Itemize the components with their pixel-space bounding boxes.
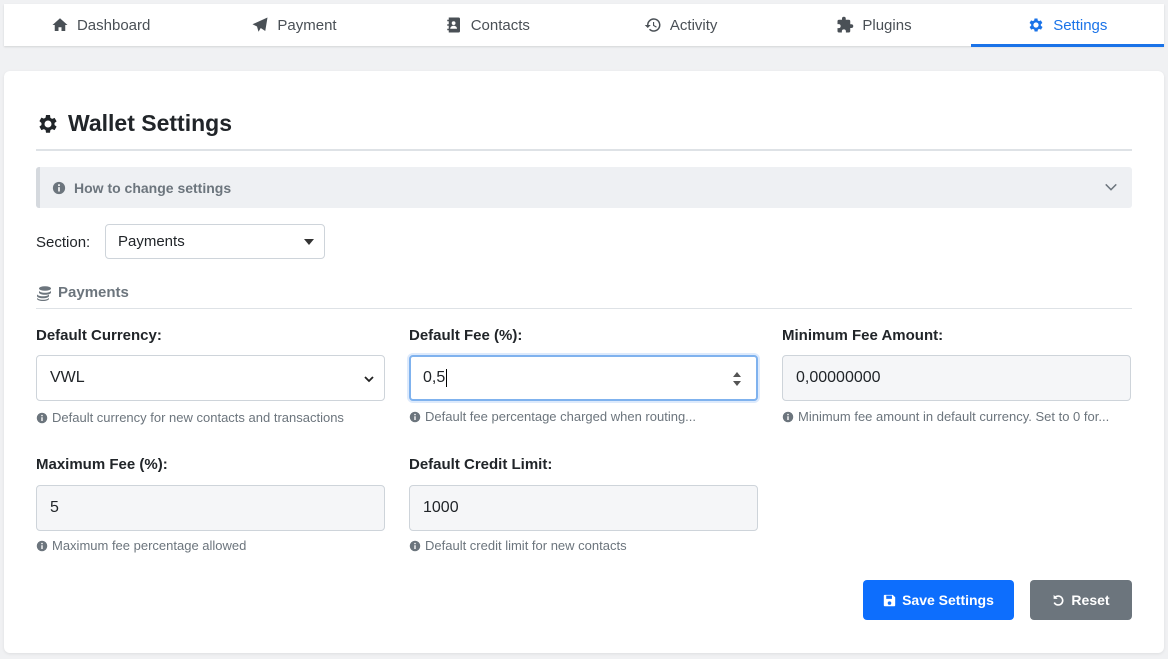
default-currency-help: Default currency for new contacts and tr… bbox=[36, 410, 344, 425]
coins-icon bbox=[37, 285, 51, 301]
help-text: Maximum fee percentage allowed bbox=[52, 538, 247, 553]
maximum-fee-label: Maximum Fee (%): bbox=[36, 456, 168, 473]
tab-dashboard[interactable]: Dashboard bbox=[4, 4, 197, 46]
maximum-fee-input[interactable]: 5 bbox=[36, 485, 385, 531]
save-settings-button[interactable]: Save Settings bbox=[863, 580, 1014, 620]
undo-icon bbox=[1053, 594, 1064, 606]
payments-group-heading: Payments bbox=[36, 284, 129, 301]
help-text: Default currency for new contacts and tr… bbox=[52, 410, 344, 425]
default-fee-value: 0,5 bbox=[423, 369, 446, 386]
credit-limit-help: Default credit limit for new contacts bbox=[409, 538, 627, 553]
number-spinner-icon[interactable] bbox=[732, 369, 742, 389]
home-icon bbox=[52, 18, 68, 31]
help-text: Default fee percentage charged when rout… bbox=[425, 409, 697, 424]
group-divider bbox=[36, 308, 1132, 309]
page-title: Wallet Settings bbox=[36, 110, 232, 137]
help-text: Default credit limit for new contacts bbox=[425, 538, 627, 553]
chevron-down-icon bbox=[364, 376, 374, 383]
tab-label: Settings bbox=[1053, 16, 1108, 34]
how-to-change-settings-toggle[interactable]: How to change settings bbox=[36, 167, 1132, 208]
tab-label: Contacts bbox=[470, 16, 530, 34]
title-divider bbox=[36, 149, 1132, 151]
caret-down-icon bbox=[304, 239, 314, 245]
group-title: Payments bbox=[58, 284, 129, 301]
page-title-text: Wallet Settings bbox=[68, 110, 232, 136]
address-book-icon bbox=[446, 17, 460, 33]
minimum-fee-label: Minimum Fee Amount: bbox=[782, 327, 944, 344]
default-fee-input[interactable]: 0,5 bbox=[409, 355, 758, 401]
credit-limit-input[interactable]: 1000 bbox=[409, 485, 758, 531]
info-icon bbox=[36, 540, 48, 551]
credit-limit-value: 1000 bbox=[423, 499, 459, 516]
puzzle-icon bbox=[837, 16, 854, 33]
gear-icon bbox=[1029, 18, 1043, 32]
section-select-value: Payments bbox=[118, 233, 185, 250]
tab-contacts[interactable]: Contacts bbox=[391, 4, 584, 46]
text-cursor bbox=[446, 369, 448, 387]
tab-label: Dashboard bbox=[76, 16, 151, 34]
maximum-fee-help: Maximum fee percentage allowed bbox=[36, 538, 246, 553]
info-icon bbox=[782, 411, 794, 422]
minimum-fee-help: Minimum fee amount in default currency. … bbox=[782, 409, 1109, 424]
credit-limit-label: Default Credit Limit: bbox=[409, 456, 553, 473]
maximum-fee-value: 5 bbox=[50, 499, 59, 516]
reset-button-label: Reset bbox=[1071, 592, 1110, 608]
default-fee-label: Default Fee (%): bbox=[409, 327, 523, 344]
tab-label: Plugins bbox=[862, 16, 912, 34]
info-icon bbox=[409, 411, 421, 422]
tab-label: Activity bbox=[669, 16, 718, 34]
main-tab-bar: Dashboard Payment Contacts Activity Plug… bbox=[4, 4, 1165, 47]
tab-settings[interactable]: Settings bbox=[970, 4, 1165, 47]
help-text: Minimum fee amount in default currency. … bbox=[798, 409, 1110, 424]
info-icon bbox=[36, 412, 48, 423]
info-icon bbox=[52, 181, 66, 194]
tab-activity[interactable]: Activity bbox=[584, 4, 777, 46]
default-currency-label: Default Currency: bbox=[36, 327, 162, 344]
section-select[interactable]: Payments bbox=[105, 224, 325, 259]
chevron-down-icon bbox=[1105, 183, 1117, 191]
tab-payment[interactable]: Payment bbox=[197, 4, 390, 46]
section-label: Section: bbox=[36, 234, 91, 251]
paper-plane-icon bbox=[252, 17, 268, 32]
info-icon bbox=[409, 540, 421, 551]
default-currency-select[interactable]: VWL bbox=[36, 355, 385, 401]
reset-button[interactable]: Reset bbox=[1030, 580, 1132, 620]
minimum-fee-value: 0,00000000 bbox=[796, 369, 881, 386]
minimum-fee-input[interactable]: 0,00000000 bbox=[782, 355, 1131, 401]
settings-card: Wallet Settings How to change settings S… bbox=[4, 71, 1164, 653]
save-button-label: Save Settings bbox=[902, 592, 994, 608]
tab-label: Payment bbox=[277, 16, 337, 34]
floppy-disk-icon bbox=[883, 594, 896, 606]
history-icon bbox=[644, 18, 661, 32]
how-to-label: How to change settings bbox=[74, 179, 232, 196]
tab-plugins[interactable]: Plugins bbox=[777, 4, 970, 46]
default-fee-help: Default fee percentage charged when rout… bbox=[409, 409, 696, 424]
gear-icon bbox=[39, 114, 57, 133]
default-currency-value: VWL bbox=[50, 369, 85, 386]
